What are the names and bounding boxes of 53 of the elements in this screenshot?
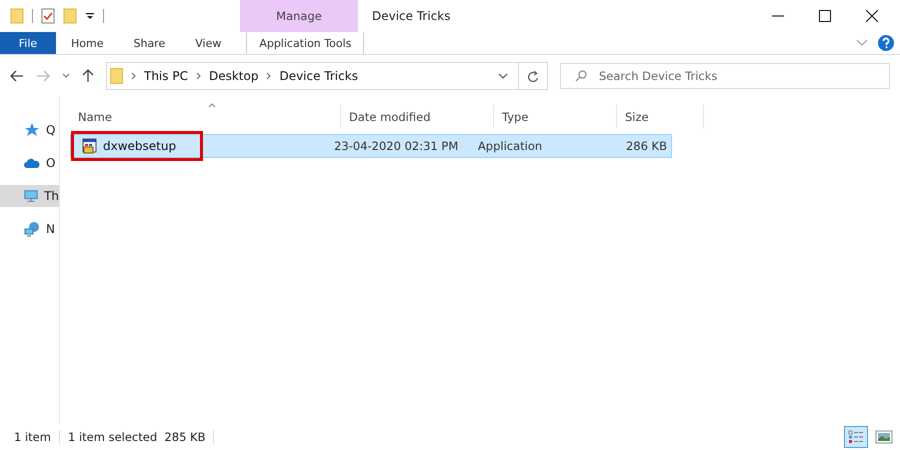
manage-tab-group: Manage <box>240 0 358 32</box>
refresh-icon <box>527 70 539 82</box>
sidebar-item[interactable]: Q <box>0 119 59 141</box>
item-count: 1 item <box>14 430 51 444</box>
file-name: dxwebsetup <box>103 139 176 153</box>
column-header[interactable]: Name <box>70 105 341 129</box>
star-icon <box>24 122 40 138</box>
folder-icon <box>110 68 123 84</box>
cloud-icon <box>24 157 40 169</box>
sidebar-item[interactable]: O <box>0 152 59 174</box>
maximize-icon[interactable] <box>819 10 831 22</box>
help-icon[interactable] <box>878 35 894 51</box>
selection-info: 1 item selected 285 KB <box>68 430 206 444</box>
sort-caret-icon <box>208 103 216 108</box>
ribbon-tab[interactable]: Home <box>56 32 118 54</box>
application-icon <box>82 138 98 154</box>
chevron-right-icon[interactable] <box>131 72 136 80</box>
file-row[interactable]: dxwebsetup 23-04-2020 02:31 PM Application 286 KB <box>70 134 672 158</box>
column-header[interactable]: Date modified <box>341 105 494 129</box>
table-cell-text: 23-04-2020 02:31 PM <box>333 138 460 155</box>
search-field[interactable]: Search Device Tricks <box>560 63 890 89</box>
ribbon-tab[interactable]: View <box>180 32 236 54</box>
chevron-down-icon[interactable] <box>856 39 868 47</box>
chevron-right-icon[interactable] <box>196 72 201 80</box>
ribbon-tab[interactable]: Application Tools <box>246 32 364 54</box>
breadcrumb-item[interactable]: Device Tricks <box>279 69 358 83</box>
breadcrumb-item[interactable]: Desktop <box>208 69 258 83</box>
up-arrow-icon[interactable] <box>82 69 94 83</box>
chevron-down-icon[interactable] <box>498 73 508 79</box>
thumbnail-icon <box>875 430 893 444</box>
ribbon-tab[interactable]: Share <box>118 32 180 54</box>
chevron-down-icon[interactable] <box>62 73 70 79</box>
back-arrow-icon[interactable] <box>10 70 24 82</box>
search-icon <box>575 70 587 82</box>
table-cell-text: 286 KB <box>624 138 668 155</box>
details-view-button[interactable] <box>844 426 868 448</box>
address-bar[interactable]: This PC Desktop Device Tricks <box>106 62 519 90</box>
dropdown-icon[interactable] <box>85 11 95 21</box>
sidebar-item[interactable]: Th <box>0 185 59 207</box>
breadcrumb-item[interactable]: This PC <box>144 69 188 83</box>
properties-icon[interactable] <box>41 8 55 24</box>
sidebar-item[interactable]: N <box>0 218 59 240</box>
details-list-icon <box>848 430 864 444</box>
refresh-button[interactable] <box>518 62 548 90</box>
network-icon <box>24 221 40 237</box>
column-header[interactable]: Size <box>617 105 704 129</box>
monitor-icon <box>24 189 38 203</box>
ribbon-tab[interactable]: File <box>0 32 56 54</box>
column-header[interactable]: Type <box>494 105 617 129</box>
chevron-right-icon[interactable] <box>266 72 272 80</box>
window-title: Device Tricks <box>372 9 450 23</box>
close-icon[interactable] <box>866 10 878 22</box>
table-cell-text: Application <box>476 138 544 155</box>
